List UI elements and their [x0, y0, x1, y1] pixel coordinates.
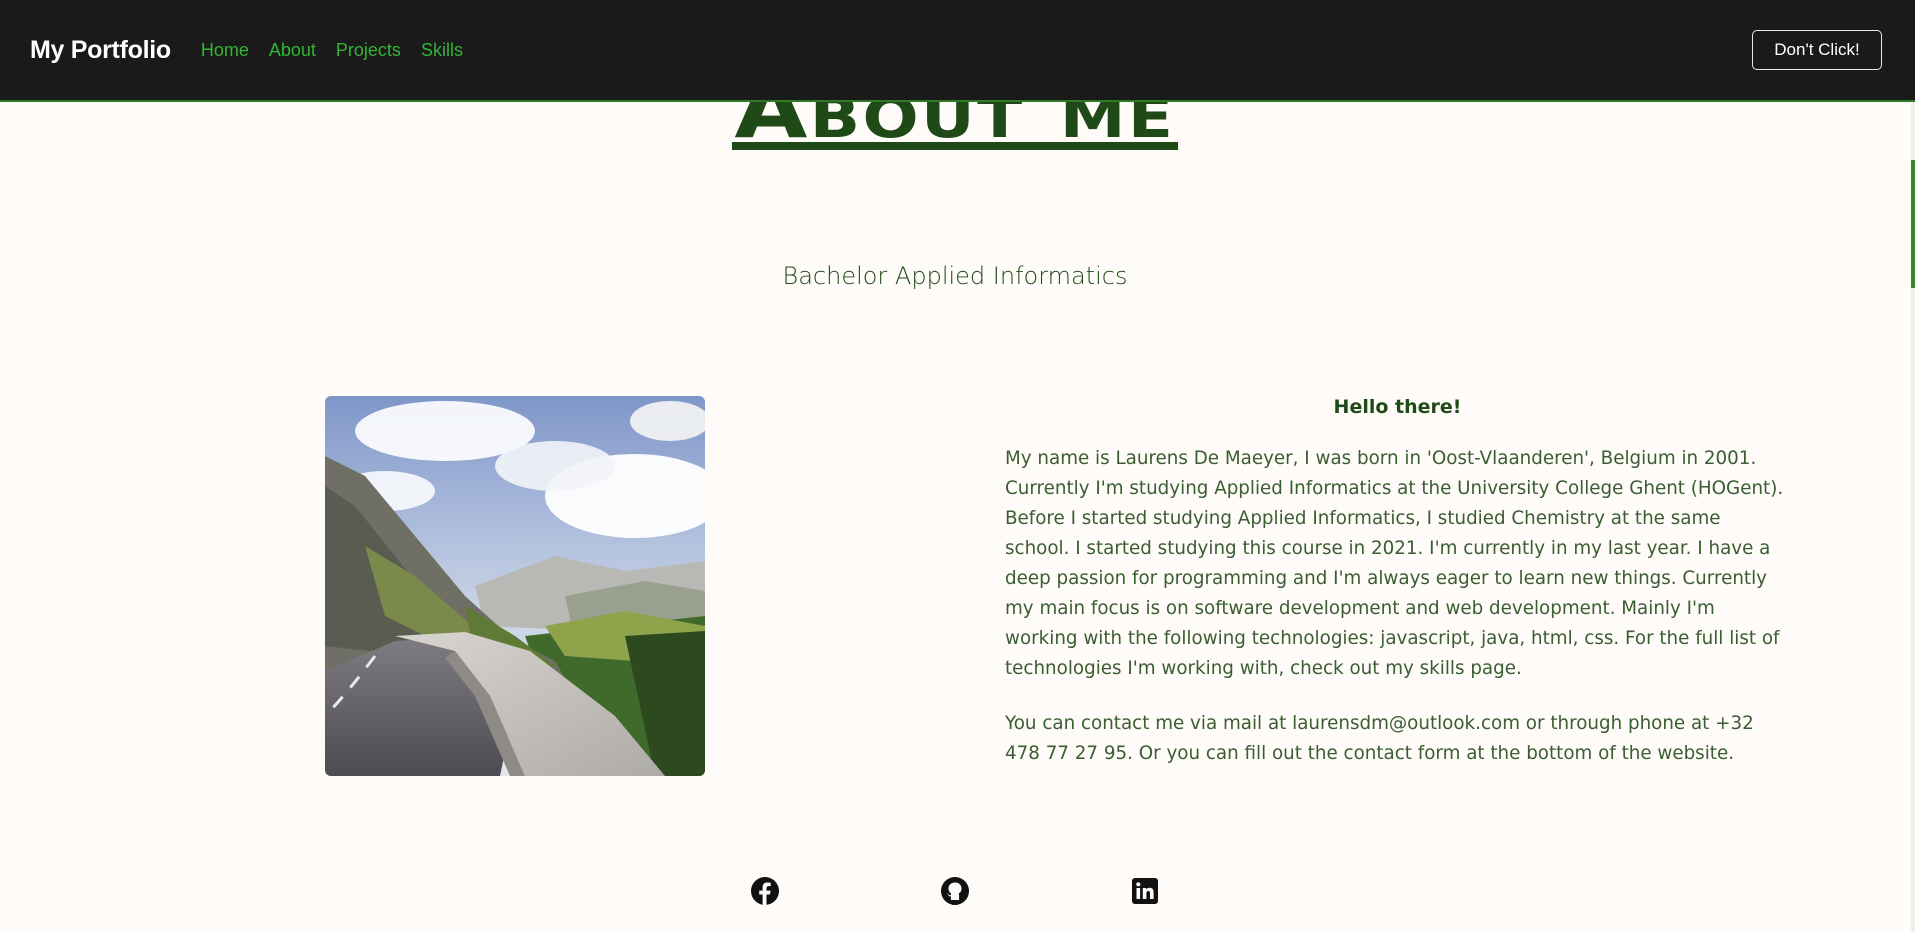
about-text: Hello there! My name is Laurens De Maeye…: [1005, 396, 1790, 794]
greeting: Hello there!: [1333, 396, 1462, 418]
linkedin-icon[interactable]: [1130, 876, 1160, 906]
navbar: My Portfolio Home About Projects Skills …: [0, 0, 1915, 102]
nav-links: Home About Projects Skills: [201, 40, 463, 61]
social-links: [0, 876, 1910, 910]
facebook-icon[interactable]: [750, 876, 780, 906]
github-icon[interactable]: [940, 876, 970, 906]
nav-link-about[interactable]: About: [269, 40, 316, 61]
profile-photo: [325, 396, 705, 776]
nav-link-projects[interactable]: Projects: [336, 40, 401, 61]
about-paragraph-1: My name is Laurens De Maeyer, I was born…: [1005, 448, 1784, 679]
scrollbar-track[interactable]: [1911, 102, 1915, 932]
dont-click-button[interactable]: Don't Click!: [1752, 30, 1882, 70]
about-heading: About me: [0, 92, 1910, 168]
scrollbar-thumb[interactable]: [1911, 160, 1915, 288]
about-subtitle: Bachelor Applied Informatics: [782, 262, 1128, 290]
nav-link-skills[interactable]: Skills: [421, 40, 463, 61]
about-paragraph-2: You can contact me via mail at laurensdm…: [1005, 713, 1754, 764]
nav-link-home[interactable]: Home: [201, 40, 249, 61]
brand-logo[interactable]: My Portfolio: [30, 36, 171, 65]
